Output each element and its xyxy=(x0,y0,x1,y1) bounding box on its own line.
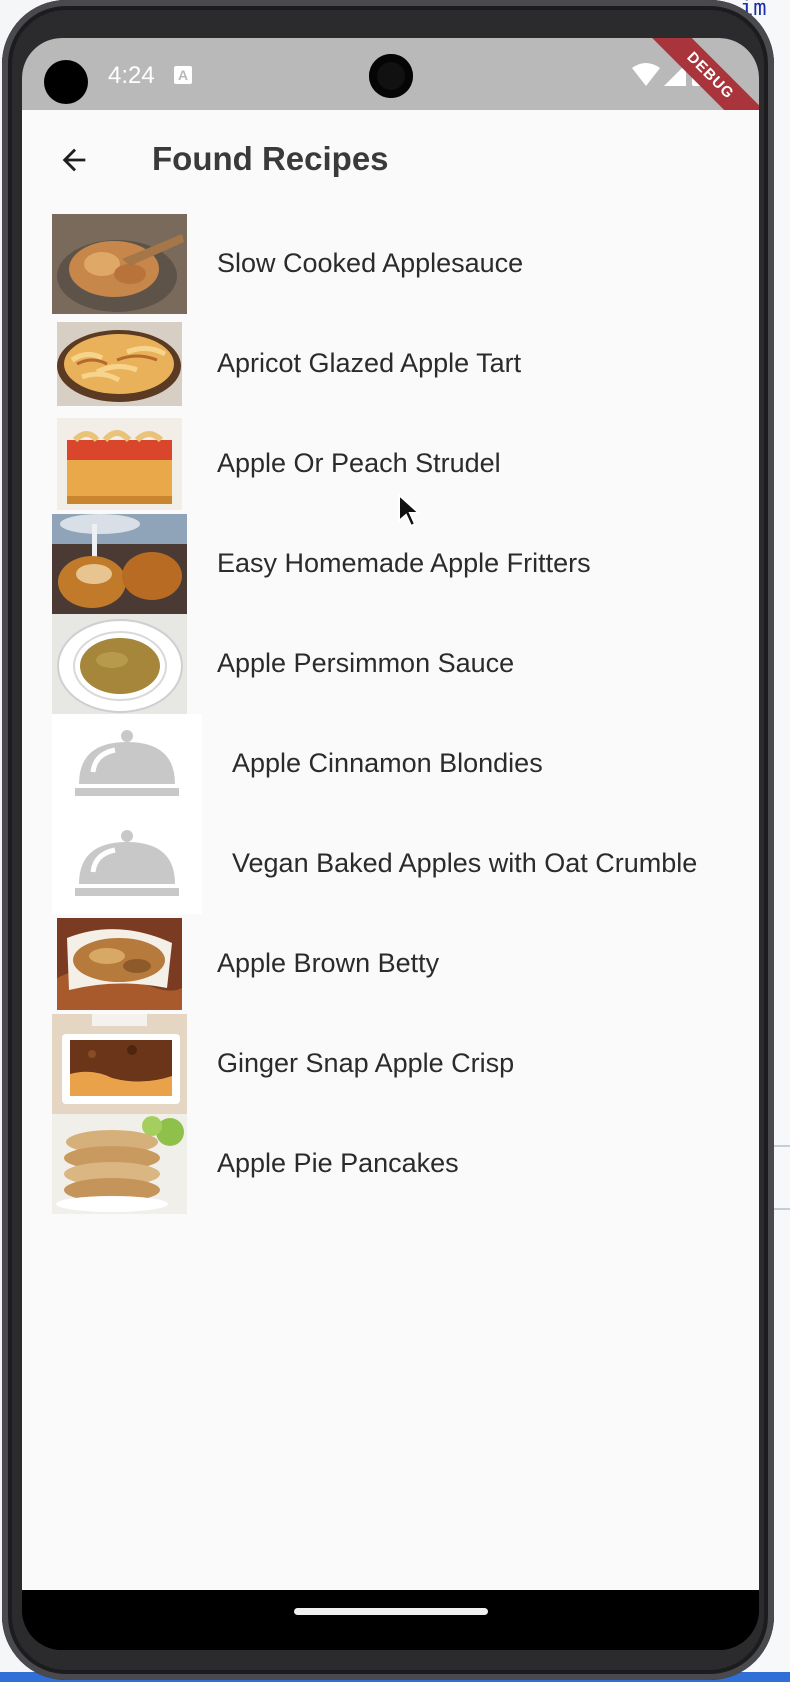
system-nav-bar xyxy=(22,1590,759,1650)
recipe-title: Ginger Snap Apple Crisp xyxy=(217,1048,515,1078)
recipe-image xyxy=(57,418,182,510)
recipe-row[interactable]: Apple Pie Pancakes xyxy=(22,1114,759,1214)
recipe-title: Apricot Glazed Apple Tart xyxy=(217,348,522,378)
front-camera xyxy=(369,54,413,98)
recipe-title: Apple Pie Pancakes xyxy=(217,1148,459,1178)
recipe-image xyxy=(52,214,187,314)
recipe-image xyxy=(57,322,182,406)
recipe-title: Apple Persimmon Sauce xyxy=(217,648,515,678)
cloche-icon xyxy=(75,830,179,896)
recipe-title: Apple Or Peach Strudel xyxy=(217,448,501,478)
recipe-image-placeholder xyxy=(52,814,202,914)
recipe-list: Slow Cooked Applesauce Apricot Glazed Ap… xyxy=(22,214,759,1214)
recipe-row[interactable]: Apricot Glazed Apple Tart xyxy=(22,314,759,414)
mouse-cursor-icon xyxy=(398,493,421,528)
app-content: Found Recipes Slow Cooked Applesauce Apr… xyxy=(22,110,759,1590)
recipe-row[interactable]: Apple Or Peach Strudel xyxy=(22,414,759,514)
recipe-image xyxy=(52,1114,187,1214)
recipe-row[interactable]: Apple Persimmon Sauce xyxy=(22,614,759,714)
recipe-image xyxy=(52,514,187,614)
cloche-icon xyxy=(75,730,179,796)
recipe-row[interactable]: Ginger Snap Apple Crisp xyxy=(22,1014,759,1114)
camera-cutout xyxy=(44,60,88,104)
recipe-row[interactable]: Apple Cinnamon Blondies xyxy=(22,714,759,814)
recipe-image xyxy=(52,1014,187,1114)
page-title: Found Recipes xyxy=(152,140,389,177)
app-bar: Found Recipes xyxy=(22,110,759,210)
wifi-icon xyxy=(632,63,660,86)
recipe-row[interactable]: Vegan Baked Apples with Oat Crumble xyxy=(22,814,759,914)
recipe-row[interactable]: Apple Brown Betty xyxy=(22,914,759,1014)
recipe-title: Easy Homemade Apple Fritters xyxy=(217,548,591,578)
recipe-title: Apple Brown Betty xyxy=(217,948,440,978)
arrow-back-icon xyxy=(62,148,86,172)
back-button[interactable] xyxy=(46,132,102,188)
phone-screen: 4:24 A DEBUG Found Recipes Slow Cooked A… xyxy=(22,38,759,1650)
recipe-row[interactable]: Easy Homemade Apple Fritters xyxy=(22,514,759,614)
phone-frame: 4:24 A DEBUG Found Recipes Slow Cooked A… xyxy=(2,0,774,1680)
notification-icon: A xyxy=(174,66,192,84)
recipe-image xyxy=(52,614,187,714)
recipe-title: Apple Cinnamon Blondies xyxy=(232,748,543,778)
home-indicator[interactable] xyxy=(294,1608,488,1615)
recipe-title: Vegan Baked Apples with Oat Crumble xyxy=(232,848,698,878)
recipe-image xyxy=(57,918,182,1010)
recipe-title: Slow Cooked Applesauce xyxy=(217,248,524,278)
status-time: 4:24 xyxy=(108,62,155,89)
status-bar: 4:24 A DEBUG xyxy=(22,38,759,154)
recipe-row[interactable]: Slow Cooked Applesauce xyxy=(22,214,759,314)
recipe-image-placeholder xyxy=(52,714,202,814)
